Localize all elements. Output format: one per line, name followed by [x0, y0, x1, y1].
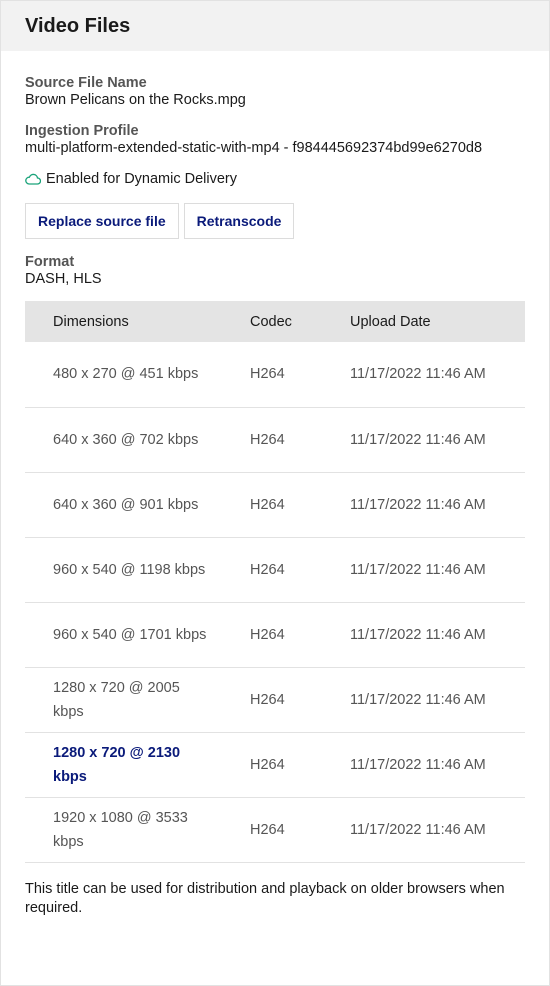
dimensions-cell: 640 x 360 @ 901 kbps	[53, 496, 199, 513]
dynamic-delivery-status: Enabled for Dynamic Delivery	[25, 171, 525, 187]
replace-source-file-button[interactable]: Replace source file	[25, 203, 179, 239]
codec-cell: H264	[250, 561, 285, 578]
video-files-panel: Video Files Source File Name Brown Pelic…	[0, 0, 550, 986]
dimensions-cell: 1920 x 1080 @ 3533 kbps	[53, 809, 188, 850]
source-file-value: Brown Pelicans on the Rocks.mpg	[25, 92, 246, 108]
codec-cell: H264	[250, 626, 285, 643]
format-label: Format	[25, 254, 75, 270]
table-row: 640 x 360 @ 901 kbps H264 11/17/2022 11:…	[25, 472, 525, 537]
dimensions-link[interactable]: 1280 x 720 @ 2130 kbps	[25, 732, 250, 797]
dimensions-cell: 640 x 360 @ 702 kbps	[53, 431, 199, 448]
ingestion-profile-value: multi-platform-extended-static-with-mp4 …	[25, 140, 483, 156]
upload-date-cell: 11/17/2022 11:46 AM	[350, 496, 486, 513]
table-header-row: Dimensions Codec Upload Date	[25, 301, 525, 342]
source-file-label: Source File Name	[25, 75, 147, 91]
dimensions-header: Dimensions	[53, 313, 129, 330]
panel-title: Video Files	[25, 14, 131, 37]
renditions-table: Dimensions Codec Upload Date 480 x 270 @…	[25, 301, 525, 863]
upload-date-cell: 11/17/2022 11:46 AM	[350, 691, 486, 708]
format-value: DASH, HLS	[25, 271, 102, 287]
table-row: 640 x 360 @ 702 kbps H264 11/17/2022 11:…	[25, 407, 525, 472]
panel-header: Video Files	[1, 1, 549, 51]
codec-cell: H264	[250, 496, 285, 513]
codec-cell: H264	[250, 756, 285, 773]
upload-date-cell: 11/17/2022 11:46 AM	[350, 756, 486, 773]
codec-cell: H264	[250, 821, 285, 838]
codec-cell: H264	[250, 366, 285, 383]
codec-cell: H264	[250, 691, 285, 708]
upload-date-cell: 11/17/2022 11:46 AM	[350, 431, 486, 448]
upload-date-cell: 11/17/2022 11:46 AM	[350, 561, 486, 578]
cloud-icon	[25, 173, 41, 185]
table-row: 1280 x 720 @ 2005 kbps H264 11/17/2022 1…	[25, 667, 525, 732]
table-row: 1920 x 1080 @ 3533 kbps H264 11/17/2022 …	[25, 797, 525, 862]
retranscode-button[interactable]: Retranscode	[183, 203, 295, 239]
ingestion-profile-field: Ingestion Profile multi-platform-extende…	[25, 123, 525, 157]
dimensions-cell: 960 x 540 @ 1198 kbps	[53, 561, 206, 578]
ingestion-profile-label: Ingestion Profile	[25, 123, 139, 139]
table-row-highlighted[interactable]: 1280 x 720 @ 2130 kbps H264 11/17/2022 1…	[25, 732, 525, 797]
dimensions-cell: 480 x 270 @ 451 kbps	[53, 366, 199, 383]
codec-header: Codec	[250, 313, 292, 330]
codec-cell: H264	[250, 431, 285, 448]
upload-date-cell: 11/17/2022 11:46 AM	[350, 366, 486, 383]
source-file-field: Source File Name Brown Pelicans on the R…	[25, 75, 525, 109]
dimensions-cell: 960 x 540 @ 1701 kbps	[53, 626, 207, 643]
table-row: 960 x 540 @ 1198 kbps H264 11/17/2022 11…	[25, 537, 525, 602]
table-row: 480 x 270 @ 451 kbps H264 11/17/2022 11:…	[25, 342, 525, 407]
upload-date-header: Upload Date	[350, 313, 431, 330]
action-buttons: Replace source file Retranscode	[25, 203, 525, 239]
dynamic-delivery-text: Enabled for Dynamic Delivery	[46, 171, 237, 187]
panel-body: Source File Name Brown Pelicans on the R…	[1, 51, 549, 918]
table-row: 960 x 540 @ 1701 kbps H264 11/17/2022 11…	[25, 602, 525, 667]
format-field: Format DASH, HLS	[25, 254, 525, 288]
upload-date-cell: 11/17/2022 11:46 AM	[350, 626, 486, 643]
dimensions-cell: 1280 x 720 @ 2005 kbps	[53, 679, 180, 720]
upload-date-cell: 11/17/2022 11:46 AM	[350, 821, 486, 838]
legacy-playback-note: This title can be used for distribution …	[25, 880, 505, 916]
